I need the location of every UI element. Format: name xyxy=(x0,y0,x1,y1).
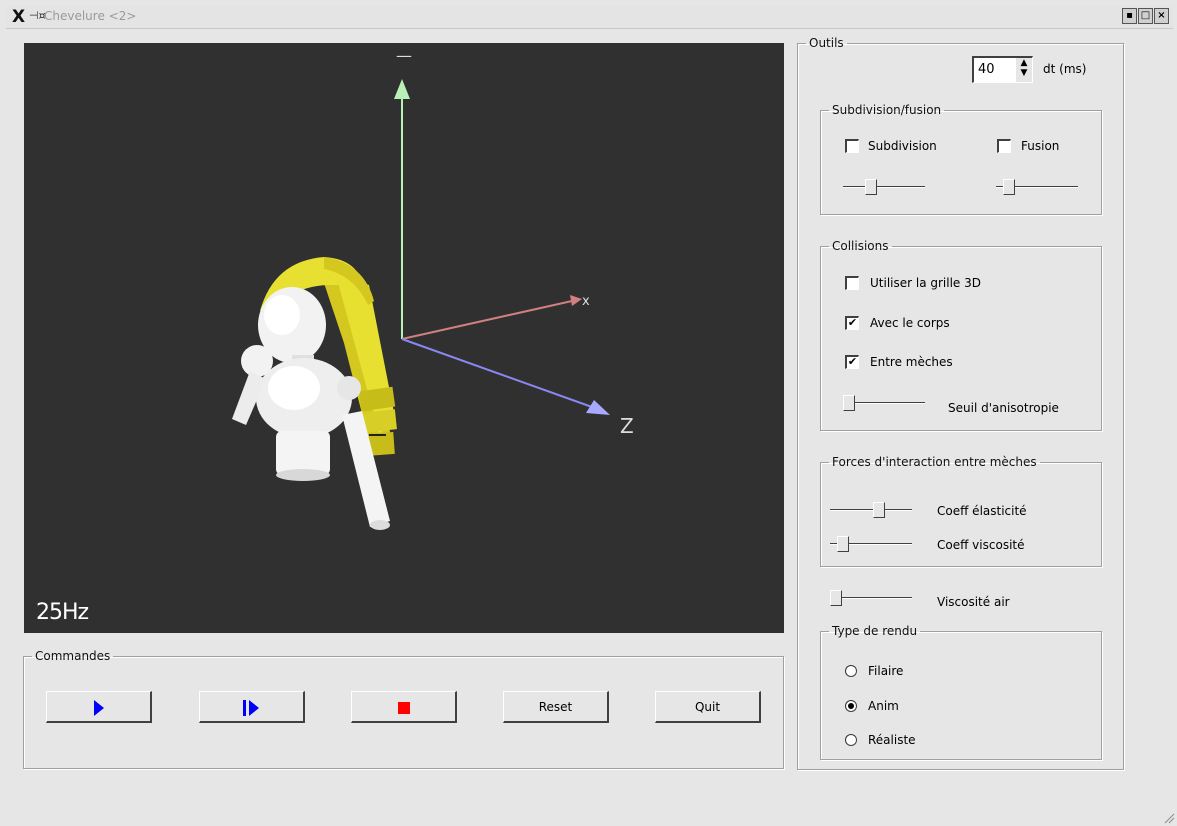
play-icon xyxy=(93,700,104,716)
slider-thumb[interactable] xyxy=(873,502,885,518)
slider-thumb[interactable] xyxy=(843,395,855,411)
fusion-slider[interactable] xyxy=(996,179,1078,195)
strands-checkbox[interactable]: ✔ xyxy=(845,355,859,369)
air-viscosity-slider[interactable] xyxy=(830,590,912,606)
title-bar: X ⊣¤ Chevelure <2> ▪ □ × xyxy=(6,6,1173,29)
character-model-icon xyxy=(232,257,397,530)
render-group: Type de rendu xyxy=(820,624,1102,760)
collisions-legend: Collisions xyxy=(832,239,889,253)
subdivision-label: Subdivision xyxy=(868,139,937,153)
anim-radio[interactable] xyxy=(845,700,857,712)
air-viscosity-label: Viscosité air xyxy=(937,595,1010,609)
wireframe-label: Filaire xyxy=(868,664,904,678)
body-checkbox[interactable]: ✔ xyxy=(845,316,859,330)
minimize-button[interactable]: ▪ xyxy=(1122,8,1137,24)
stop-button[interactable] xyxy=(351,691,457,723)
grid-checkbox[interactable] xyxy=(845,276,859,290)
realistic-label: Réaliste xyxy=(868,733,916,747)
slider-track xyxy=(843,186,925,188)
viscosity-label: Coeff viscosité xyxy=(937,538,1025,552)
subdivision-legend: Subdivision/fusion xyxy=(832,103,942,117)
slider-thumb[interactable] xyxy=(865,179,877,195)
y-axis-label: — xyxy=(396,46,412,65)
dt-label: dt (ms) xyxy=(1043,62,1087,76)
realistic-radio[interactable] xyxy=(845,734,857,746)
stop-icon xyxy=(397,702,410,714)
slider-track xyxy=(830,597,912,599)
z-axis-label: Z xyxy=(620,414,634,438)
window-buttons: ▪ □ × xyxy=(1121,8,1169,24)
play-button[interactable] xyxy=(46,691,152,723)
dt-value: 40 xyxy=(978,62,995,77)
subdivision-group: Subdivision/fusion xyxy=(820,103,1102,215)
body-label: Avec le corps xyxy=(870,316,950,330)
y-axis-arrow xyxy=(394,79,410,99)
tools-legend: Outils xyxy=(809,36,844,50)
step-button[interactable] xyxy=(199,691,305,723)
strands-label: Entre mèches xyxy=(870,355,953,369)
forces-legend: Forces d'interaction entre mèches xyxy=(832,455,1037,469)
anim-label: Anim xyxy=(868,699,899,713)
window-title: Chevelure <2> xyxy=(44,9,137,23)
app-logo-icon: X xyxy=(12,7,26,27)
3d-viewport[interactable]: — x Z 25Hz xyxy=(24,43,784,633)
slider-thumb[interactable] xyxy=(830,590,842,606)
x-axis-line xyxy=(401,300,573,340)
subdivision-checkbox[interactable] xyxy=(845,139,859,153)
wireframe-radio[interactable] xyxy=(845,665,857,677)
commands-legend: Commandes xyxy=(35,649,111,663)
render-legend: Type de rendu xyxy=(832,624,918,638)
viscosity-slider[interactable] xyxy=(830,536,912,552)
anisotropy-label: Seuil d'anisotropie xyxy=(948,401,1059,415)
close-button[interactable]: × xyxy=(1154,8,1169,24)
step-icon xyxy=(242,700,259,716)
z-axis-line xyxy=(401,338,593,408)
x-axis-arrow xyxy=(570,295,582,306)
elasticity-slider[interactable] xyxy=(830,502,912,518)
scene-canvas: — x Z xyxy=(232,46,634,530)
reset-button[interactable]: Reset xyxy=(503,691,609,723)
grid-label: Utiliser la grille 3D xyxy=(870,276,981,290)
anisotropy-slider[interactable] xyxy=(843,395,925,411)
dt-spinbox[interactable]: 40 ▲ ▼ xyxy=(972,56,1033,83)
fps-readout: 25Hz xyxy=(36,600,89,625)
slider-track xyxy=(830,509,912,511)
slider-track xyxy=(843,402,925,404)
radio-dot xyxy=(848,703,854,709)
x-axis-label: x xyxy=(582,294,590,309)
maximize-button[interactable]: □ xyxy=(1138,8,1153,24)
fusion-checkbox[interactable] xyxy=(997,139,1011,153)
slider-thumb[interactable] xyxy=(1003,179,1015,195)
subdivision-slider[interactable] xyxy=(843,179,925,195)
slider-thumb[interactable] xyxy=(837,536,849,552)
z-axis-arrow xyxy=(586,400,610,415)
spin-arrows-icon[interactable]: ▲ ▼ xyxy=(1016,58,1032,82)
fusion-label: Fusion xyxy=(1021,139,1060,153)
resize-grip-icon[interactable] xyxy=(1163,812,1175,824)
elasticity-label: Coeff élasticité xyxy=(937,504,1027,518)
quit-button[interactable]: Quit xyxy=(655,691,761,723)
